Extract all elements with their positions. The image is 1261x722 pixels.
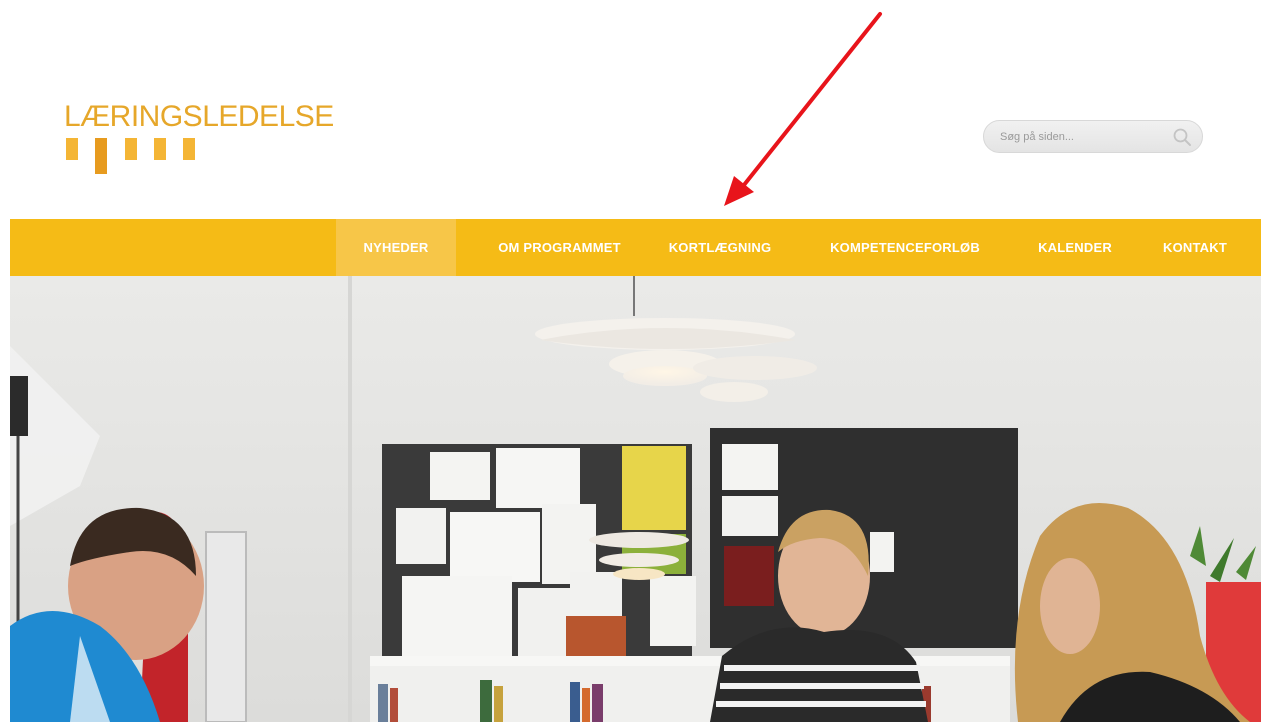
- site-logo[interactable]: LÆRINGSLEDELSE: [64, 100, 334, 180]
- search-box: [983, 120, 1203, 153]
- hero-image: [10, 276, 1261, 722]
- main-navigation: NYHEDER OM PROGRAMMET KORTLÆGNING KOMPET…: [10, 219, 1261, 276]
- logo-text: LÆRINGSLEDELSE: [64, 100, 334, 133]
- search-input[interactable]: [1000, 127, 1160, 147]
- logo-bars: [66, 136, 196, 176]
- nav-item-nyheder[interactable]: NYHEDER: [336, 219, 456, 276]
- nav-item-om-programmet[interactable]: OM PROGRAMMET: [472, 219, 647, 276]
- nav-item-kalender[interactable]: KALENDER: [1015, 219, 1135, 276]
- search-icon[interactable]: [1172, 127, 1192, 147]
- nav-item-kortlaegning[interactable]: KORTLÆGNING: [655, 219, 785, 276]
- nav-item-kompetenceforloeb[interactable]: KOMPETENCEFORLØB: [810, 219, 1000, 276]
- hero-photo-illustration: [10, 276, 1261, 722]
- nav-item-kontakt[interactable]: KONTAKT: [1145, 219, 1245, 276]
